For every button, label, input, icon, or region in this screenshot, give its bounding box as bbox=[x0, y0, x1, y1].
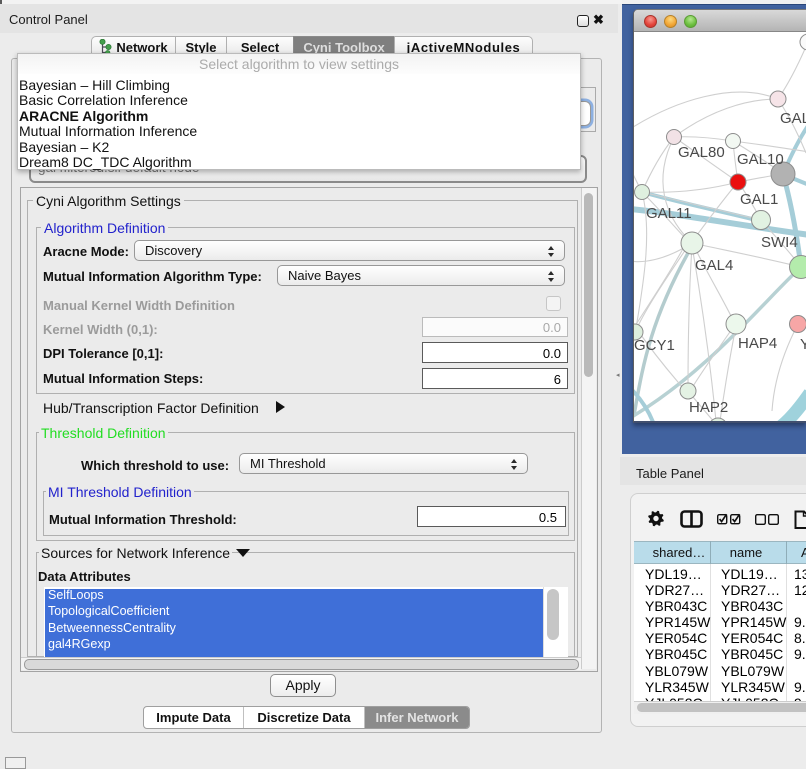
svg-text:GCY1: GCY1 bbox=[634, 337, 675, 354]
svg-text:SWI4: SWI4 bbox=[761, 234, 798, 251]
svg-text:GAL4: GAL4 bbox=[695, 257, 733, 274]
svg-text:GAL11: GAL11 bbox=[646, 205, 692, 222]
svg-text:HAP2: HAP2 bbox=[689, 399, 728, 416]
svg-text:HAP4: HAP4 bbox=[738, 335, 777, 352]
svg-text:Y: Y bbox=[800, 336, 806, 353]
svg-text:GAL: GAL bbox=[780, 110, 806, 127]
svg-text:GAL80: GAL80 bbox=[678, 144, 725, 161]
svg-text:GAL1: GAL1 bbox=[740, 191, 778, 208]
svg-text:GAL10: GAL10 bbox=[737, 151, 784, 168]
